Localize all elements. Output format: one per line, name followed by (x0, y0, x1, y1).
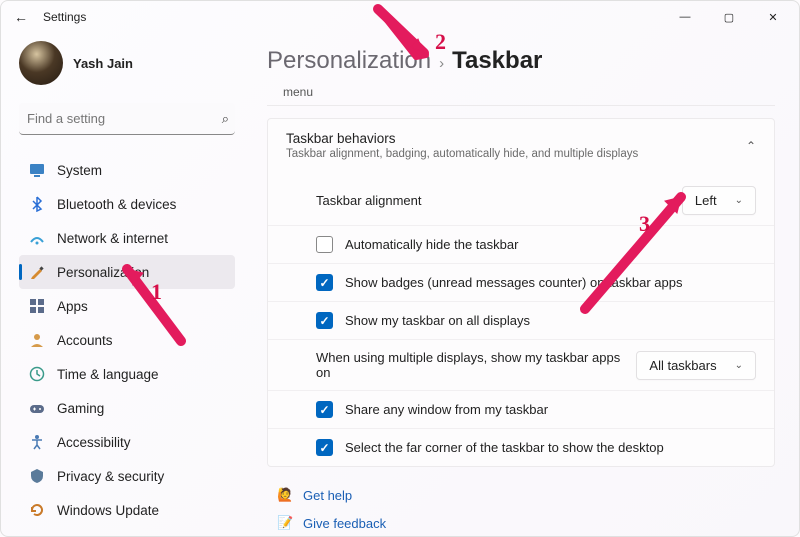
section-header[interactable]: Taskbar behaviors Taskbar alignment, bad… (268, 119, 774, 172)
personalization-icon (29, 264, 45, 280)
gaming-icon (29, 400, 45, 416)
sidebar-item-system[interactable]: System (19, 153, 235, 187)
chevron-down-icon: ⌄ (735, 195, 743, 206)
sidebar-item-time-language[interactable]: Time & language (19, 357, 235, 391)
sidebar-item-label: Gaming (57, 401, 104, 416)
row-share-window[interactable]: Share any window from my taskbar (268, 390, 774, 428)
sidebar-item-network-internet[interactable]: Network & internet (19, 221, 235, 255)
time-icon (29, 366, 45, 382)
feedback-icon: 📝 (277, 515, 293, 531)
bluetooth-icon (29, 196, 45, 212)
breadcrumb: Personalization › Taskbar (267, 47, 775, 75)
sidebar-item-label: Time & language (57, 367, 159, 382)
sidebar-item-gaming[interactable]: Gaming (19, 391, 235, 425)
system-icon (29, 162, 45, 178)
checkbox-all-displays[interactable] (316, 312, 333, 329)
chevron-up-icon: ⌃ (746, 139, 756, 153)
checkbox-share-window[interactable] (316, 401, 333, 418)
multi-value: All taskbars (649, 358, 716, 373)
apps-icon (29, 298, 45, 314)
row-multi-displays: When using multiple displays, show my ta… (268, 339, 774, 390)
search-input[interactable] (25, 110, 222, 127)
alignment-value: Left (695, 193, 717, 208)
checkbox-auto-hide[interactable] (316, 236, 333, 253)
row-badges[interactable]: Show badges (unread messages counter) on… (268, 263, 774, 301)
sidebar-item-label: Personalization (57, 265, 149, 280)
taskbar-behaviors-section: Taskbar behaviors Taskbar alignment, bad… (267, 118, 775, 467)
app-title: Settings (43, 10, 86, 24)
row-far-corner[interactable]: Select the far corner of the taskbar to … (268, 428, 774, 466)
update-icon (29, 502, 45, 518)
avatar (19, 41, 63, 85)
give-feedback-link[interactable]: 📝 Give feedback (277, 509, 775, 536)
sidebar-item-apps[interactable]: Apps (19, 289, 235, 323)
sidebar-item-label: Accounts (57, 333, 113, 348)
user-account[interactable]: Yash Jain (19, 41, 235, 85)
network-icon (29, 230, 45, 246)
sidebar-item-label: Windows Update (57, 503, 159, 518)
privacy-icon (29, 468, 45, 484)
maximize-button[interactable]: ▢ (707, 1, 751, 33)
breadcrumb-parent[interactable]: Personalization (267, 47, 431, 75)
section-subtitle: Taskbar alignment, badging, automaticall… (286, 148, 638, 160)
alignment-dropdown[interactable]: Left ⌄ (682, 186, 756, 215)
sidebar-item-label: Privacy & security (57, 469, 164, 484)
search-icon: ⌕ (222, 111, 229, 127)
accounts-icon (29, 332, 45, 348)
breadcrumb-current: Taskbar (452, 47, 542, 75)
chevron-down-icon: ⌄ (735, 360, 743, 371)
sidebar-item-accessibility[interactable]: Accessibility (19, 425, 235, 459)
row-auto-hide[interactable]: Automatically hide the taskbar (268, 225, 774, 263)
sidebar-item-label: Apps (57, 299, 88, 314)
row-taskbar-alignment: Taskbar alignment Left ⌄ (268, 172, 774, 225)
sidebar-item-label: Network & internet (57, 231, 168, 246)
search-box[interactable]: ⌕ (19, 103, 235, 135)
multi-dropdown[interactable]: All taskbars ⌄ (636, 351, 756, 380)
sidebar-item-label: System (57, 163, 102, 178)
user-name: Yash Jain (73, 56, 133, 71)
sidebar-item-accounts[interactable]: Accounts (19, 323, 235, 357)
back-button[interactable]: ← (5, 1, 37, 33)
get-help-link[interactable]: 🙋 Get help (277, 481, 775, 509)
section-title: Taskbar behaviors (286, 131, 638, 146)
checkbox-far-corner[interactable] (316, 439, 333, 456)
annotation-number-2: 2 (435, 29, 446, 55)
annotation-number-1: 1 (151, 279, 162, 305)
close-button[interactable]: ✕ (751, 1, 795, 33)
chevron-right-icon: › (439, 55, 444, 72)
accessibility-icon (29, 434, 45, 450)
alignment-label: Taskbar alignment (316, 193, 682, 208)
annotation-number-3: 3 (639, 211, 650, 237)
sidebar-item-label: Bluetooth & devices (57, 197, 176, 212)
sidebar-item-personalization[interactable]: Personalization (19, 255, 235, 289)
checkbox-badges[interactable] (316, 274, 333, 291)
truncated-row: menu (267, 85, 775, 106)
sidebar-item-label: Accessibility (57, 435, 131, 450)
sidebar-item-privacy-security[interactable]: Privacy & security (19, 459, 235, 493)
sidebar-item-windows-update[interactable]: Windows Update (19, 493, 235, 527)
help-icon: 🙋 (277, 487, 293, 503)
minimize-button[interactable]: — (663, 1, 707, 33)
row-all-displays[interactable]: Show my taskbar on all displays (268, 301, 774, 339)
sidebar-item-bluetooth-devices[interactable]: Bluetooth & devices (19, 187, 235, 221)
